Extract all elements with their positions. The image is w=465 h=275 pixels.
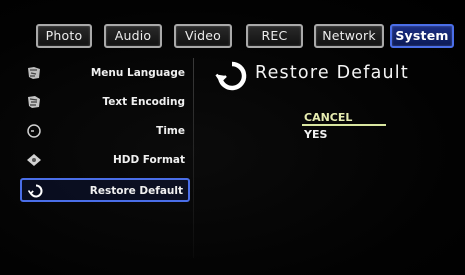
tab-rec[interactable]: REC [246, 24, 303, 48]
sidebar-item-label: Text Encoding [102, 96, 185, 108]
sidebar-item-label: HDD Format [112, 154, 185, 166]
text-encoding-icon [26, 94, 42, 110]
sidebar-item-label: Menu Language [90, 67, 185, 79]
sidebar-item-restore-default[interactable]: Restore Default [20, 178, 190, 202]
sidebar-item-menu-language[interactable]: Menu Language [20, 62, 190, 86]
tab-network[interactable]: Network [314, 24, 384, 48]
tab-system[interactable]: System [390, 24, 454, 48]
restore-icon [28, 183, 44, 199]
tab-audio[interactable]: Audio [104, 24, 162, 48]
page-title: Restore Default [255, 63, 409, 83]
selection-underline [302, 124, 386, 126]
sidebar-item-label: Time [156, 125, 185, 137]
panel-divider [193, 58, 194, 258]
clock-icon [26, 123, 42, 139]
tab-bar: Photo Audio Video REC Network System [0, 0, 465, 60]
sidebar-item-label: Restore Default [89, 185, 183, 197]
tab-video[interactable]: Video [174, 24, 232, 48]
system-settings-screen: Photo Audio Video REC Network System Men… [0, 0, 465, 275]
sidebar-item-hdd-format[interactable]: HDD Format [20, 149, 190, 173]
yes-option[interactable]: YES [304, 128, 327, 141]
hdd-format-icon [26, 152, 42, 168]
sidebar-item-time[interactable]: Time [20, 120, 190, 144]
sidebar-item-text-encoding[interactable]: Text Encoding [20, 91, 190, 115]
cancel-option[interactable]: CANCEL [304, 111, 352, 124]
tab-photo[interactable]: Photo [36, 24, 92, 48]
restore-icon [215, 59, 249, 93]
language-icon [26, 65, 42, 81]
